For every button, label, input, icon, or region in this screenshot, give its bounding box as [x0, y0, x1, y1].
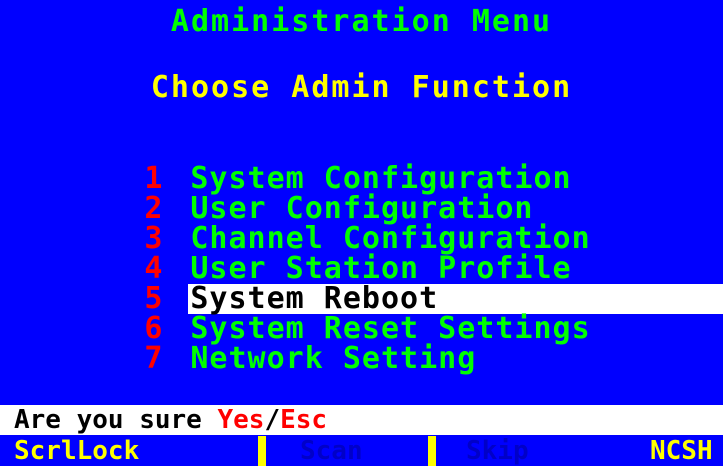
status-divider — [258, 436, 266, 466]
page-subtitle: Choose Admin Function — [150, 70, 573, 105]
confirm-separator: / — [264, 405, 281, 435]
menu-item-number: 7 — [144, 341, 163, 376]
confirm-esc-option[interactable]: Esc — [280, 405, 327, 435]
menu-item-network-setting[interactable]: 7 Network Setting — [36, 314, 722, 374]
menu-item-label: Network Setting — [190, 341, 477, 376]
menu-item-user-station-profile[interactable]: 4 User Station Profile — [36, 224, 722, 284]
status-divider — [428, 436, 436, 466]
menu-item-system-reboot[interactable]: 5 System Reboot — [36, 254, 723, 314]
confirm-yes-option[interactable]: Yes — [218, 405, 265, 435]
confirm-dialog-bar: Are you sure Yes/Esc — [0, 405, 723, 435]
status-skip: Skip — [466, 436, 529, 466]
menu-item-channel-configuration[interactable]: 3 Channel Configuration — [36, 194, 722, 254]
menu-item-system-configuration[interactable]: 1 System Configuration — [36, 134, 722, 194]
page-title: Administration Menu — [170, 4, 553, 39]
confirm-prompt: Are you sure — [14, 405, 218, 435]
status-scrllock: ScrlLock — [14, 436, 140, 466]
status-bar: ScrlLock Scan Skip NCSH — [0, 436, 723, 466]
kvm-osd-screen: Administration Menu Choose Admin Functio… — [0, 0, 723, 466]
status-scan: Scan — [300, 436, 363, 466]
menu-item-system-reset-settings[interactable]: 6 System Reset Settings — [36, 284, 722, 344]
menu-item-user-configuration[interactable]: 2 User Configuration — [36, 164, 722, 224]
admin-menu: 1 System Configuration 2 User Configuratio… — [36, 134, 723, 374]
status-ncsh: NCSH — [650, 436, 713, 466]
